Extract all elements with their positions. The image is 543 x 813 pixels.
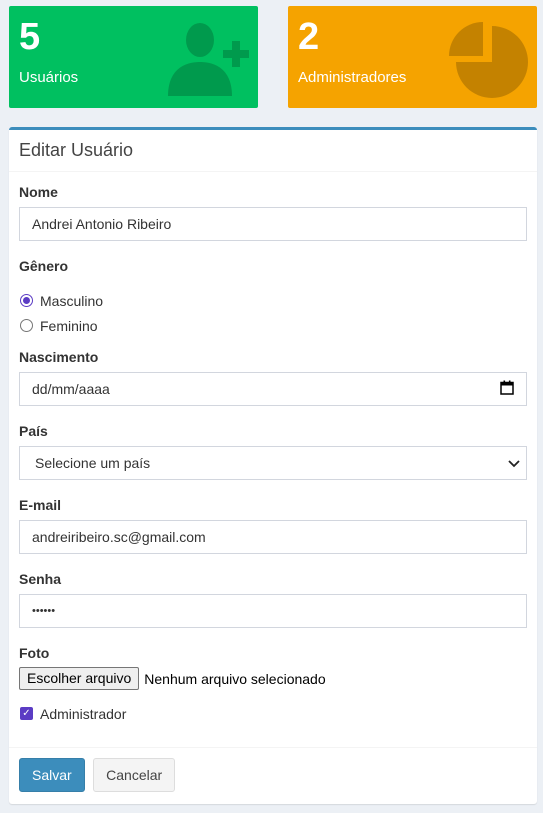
name-input[interactable]: Andrei Antonio Ribeiro: [19, 207, 527, 241]
password-label: Senha: [19, 571, 62, 587]
photo-file-input[interactable]: Escolher arquivo Nenhum arquivo selecion…: [19, 667, 527, 690]
birth-date-input[interactable]: dd/mm/aaaa: [19, 372, 527, 406]
admin-checkbox-row[interactable]: ✓ Administrador: [19, 701, 527, 726]
country-select[interactable]: Selecione um país: [19, 446, 527, 480]
admin-label: Administrador: [40, 705, 127, 722]
chevron-down-icon[interactable]: [508, 455, 520, 471]
users-stat-card: 5 Usuários: [9, 6, 258, 108]
radio-button[interactable]: [20, 294, 33, 307]
birth-label: Nascimento: [19, 349, 99, 365]
cancel-button[interactable]: Cancelar: [93, 758, 176, 792]
choose-file-button[interactable]: Escolher arquivo: [19, 667, 140, 690]
edit-user-form: Nome Andrei Antonio Ribeiro Gênero Mascu…: [9, 172, 537, 726]
calendar-icon[interactable]: [500, 380, 514, 398]
country-selected-value: Selecione um país: [35, 455, 151, 471]
photo-label: Foto: [19, 645, 50, 661]
admins-stat-card: 2 Administradores: [288, 6, 537, 108]
file-status: Nenhum arquivo selecionado: [144, 670, 326, 687]
name-label: Nome: [19, 184, 58, 200]
admins-count: 2: [298, 16, 320, 58]
gender-option-feminino[interactable]: Feminino: [19, 313, 527, 338]
user-plus-icon: [168, 18, 252, 103]
admin-checkbox[interactable]: ✓: [20, 707, 33, 720]
users-count: 5: [19, 16, 41, 58]
edit-user-panel: Editar Usuário Nome Andrei Antonio Ribei…: [9, 127, 537, 804]
users-label: Usuários: [19, 69, 79, 86]
pie-chart-icon: [447, 18, 531, 105]
birth-date-placeholder: dd/mm/aaaa: [32, 381, 110, 397]
email-label: E-mail: [19, 497, 62, 513]
admins-label: Administradores: [298, 69, 407, 86]
panel-title: Editar Usuário: [9, 130, 537, 172]
form-footer: Salvar Cancelar: [9, 747, 537, 804]
save-button[interactable]: Salvar: [19, 758, 85, 792]
gender-option-masculino[interactable]: Masculino: [19, 288, 527, 313]
gender-option-label: Feminino: [40, 317, 98, 334]
password-input[interactable]: ••••••: [19, 594, 527, 628]
email-input[interactable]: andreiribeiro.sc@gmail.com: [19, 520, 527, 554]
gender-label: Gênero: [19, 258, 69, 274]
country-label: País: [19, 423, 48, 439]
radio-button[interactable]: [20, 319, 33, 332]
gender-option-label: Masculino: [40, 292, 104, 309]
